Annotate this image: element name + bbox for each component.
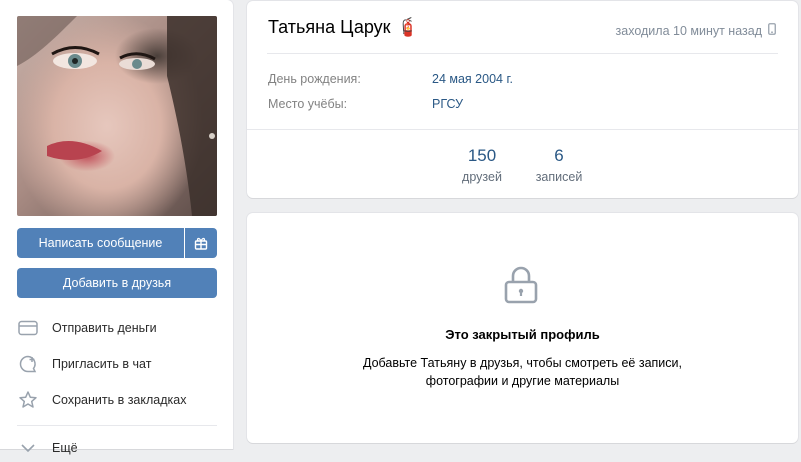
posts-counter[interactable]: 6 записей bbox=[526, 146, 592, 184]
page-title: Татьяна Царук 🧯 bbox=[268, 17, 419, 38]
birthday-value[interactable]: 24 мая 2004 г. bbox=[432, 72, 513, 86]
send-money-label: Отправить деньги bbox=[52, 321, 157, 335]
mobile-icon bbox=[768, 23, 776, 38]
private-profile-line-2: фотографии и другие материалы bbox=[425, 374, 620, 388]
education-label: Место учёбы: bbox=[268, 97, 348, 111]
extinguisher-emoji: 🧯 bbox=[396, 17, 419, 37]
avatar-photo bbox=[17, 16, 217, 216]
posts-label: записей bbox=[535, 170, 583, 184]
profile-sidebar: Написать сообщение Добавить в друзья Отп… bbox=[0, 0, 233, 455]
profile-info-card: Татьяна Царук 🧯 заходила 10 минут назад … bbox=[247, 1, 798, 198]
header-divider bbox=[267, 53, 778, 54]
invite-chat-label: Пригласить в чат bbox=[52, 357, 152, 371]
friends-count: 150 bbox=[467, 146, 497, 165]
profile-avatar[interactable] bbox=[17, 16, 217, 216]
last-seen-status: заходила 10 минут назад bbox=[616, 23, 776, 38]
last-seen-text: заходила 10 минут назад bbox=[615, 23, 762, 38]
education-value[interactable]: РГСУ bbox=[432, 97, 463, 111]
add-friend-label: Добавить в друзья bbox=[62, 276, 172, 290]
bookmark-label: Сохранить в закладках bbox=[52, 393, 187, 407]
bookmark-action[interactable]: Сохранить в закладках bbox=[17, 386, 186, 414]
private-profile-line-1: Добавьте Татьяну в друзья, чтобы смотрет… bbox=[362, 356, 682, 370]
posts-count: 6 bbox=[554, 146, 564, 165]
private-profile-description: Добавьте Татьяну в друзья, чтобы смотрет… bbox=[247, 354, 798, 390]
card-icon bbox=[17, 317, 39, 339]
chat-plus-icon bbox=[17, 353, 39, 375]
private-profile-title: Это закрытый профиль bbox=[445, 327, 600, 342]
more-action[interactable]: Ещё bbox=[17, 434, 78, 462]
stats-divider bbox=[247, 129, 798, 130]
write-message-button[interactable]: Написать сообщение bbox=[17, 228, 184, 258]
send-gift-button[interactable] bbox=[185, 228, 217, 258]
star-icon bbox=[17, 389, 39, 411]
send-money-action[interactable]: Отправить деньги bbox=[17, 314, 157, 342]
write-message-label: Написать сообщение bbox=[38, 236, 163, 250]
add-friend-button[interactable]: Добавить в друзья bbox=[17, 268, 217, 298]
profile-name: Татьяна Царук bbox=[268, 17, 391, 37]
sidebar-divider bbox=[17, 425, 217, 426]
friends-counter[interactable]: 150 друзей bbox=[455, 146, 509, 184]
lock-icon bbox=[503, 265, 539, 310]
invite-chat-action[interactable]: Пригласить в чат bbox=[17, 350, 151, 378]
birthday-label: День рождения: bbox=[268, 72, 361, 86]
friends-label: друзей bbox=[462, 170, 502, 184]
more-label: Ещё bbox=[52, 441, 78, 455]
private-profile-card: Это закрытый профиль Добавьте Татьяну в … bbox=[247, 213, 798, 443]
gift-icon bbox=[194, 237, 208, 250]
chevron-down-icon bbox=[17, 437, 39, 459]
